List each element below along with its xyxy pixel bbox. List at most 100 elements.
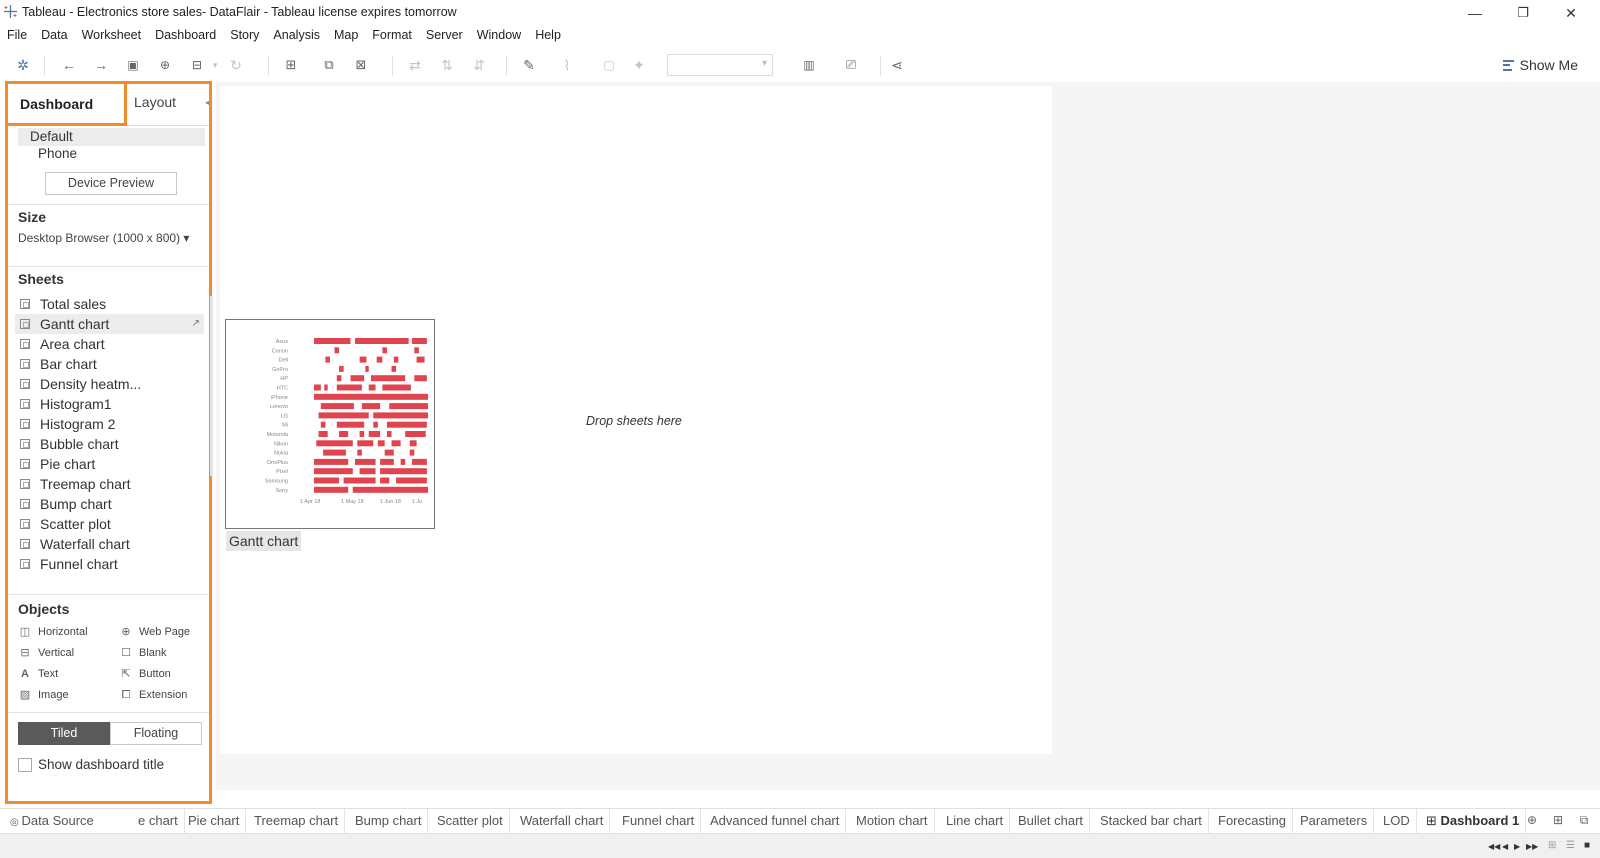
close-button[interactable]: ✕ bbox=[1548, 2, 1594, 24]
redo-icon[interactable]: → bbox=[92, 56, 110, 74]
sheet-tab[interactable]: Waterfall chart bbox=[514, 809, 611, 833]
object-blank[interactable]: ☐ Blank bbox=[119, 645, 166, 661]
sheet-item-total-sales[interactable]: Total sales bbox=[15, 294, 204, 314]
tiled-toggle[interactable]: Tiled bbox=[18, 722, 110, 745]
sheet-item-bubble-chart[interactable]: Bubble chart bbox=[15, 434, 204, 454]
new-data-source-icon[interactable]: ⊕ bbox=[156, 56, 174, 74]
minimize-button[interactable]: — bbox=[1452, 2, 1498, 24]
tab-data-source[interactable]: ◎ Data Source bbox=[4, 809, 100, 833]
device-phone[interactable]: Phone bbox=[38, 146, 77, 161]
object-web-page[interactable]: ⊕ Web Page bbox=[119, 624, 190, 640]
group-icon[interactable]: ⌇ bbox=[558, 56, 576, 74]
sheet-item-area-chart[interactable]: Area chart bbox=[15, 334, 204, 354]
panel-scrollbar[interactable] bbox=[210, 296, 213, 476]
sheet-tab[interactable]: LOD bbox=[1377, 809, 1417, 833]
duplicate-sheet-icon[interactable]: ⧉ bbox=[320, 56, 338, 74]
tableau-home-icon[interactable]: ✲ bbox=[14, 56, 32, 74]
sheet-tab[interactable]: Line chart bbox=[940, 809, 1011, 833]
menu-server[interactable]: Server bbox=[419, 25, 470, 45]
menu-analysis[interactable]: Analysis bbox=[266, 25, 327, 45]
next-sheet-icon[interactable]: ▶ bbox=[1514, 842, 1520, 851]
last-sheet-icon[interactable]: ▶▶ bbox=[1526, 842, 1538, 851]
sheet-item-funnel-chart[interactable]: Funnel chart bbox=[15, 554, 204, 574]
show-me-button[interactable]: Show Me bbox=[1502, 57, 1578, 73]
size-dropdown[interactable]: Desktop Browser (1000 x 800) ▾ bbox=[18, 231, 189, 245]
menu-map[interactable]: Map bbox=[327, 25, 365, 45]
pin-icon[interactable]: ✦ bbox=[630, 56, 648, 74]
sheet-tab[interactable]: Stacked bar chart bbox=[1094, 809, 1209, 833]
menu-worksheet[interactable]: Worksheet bbox=[75, 25, 149, 45]
share-icon[interactable]: ⋖ bbox=[888, 56, 906, 74]
object-text[interactable]: A Text bbox=[18, 666, 58, 682]
sheet-tab[interactable]: Bump chart bbox=[349, 809, 429, 833]
fit-dropdown[interactable] bbox=[667, 54, 773, 76]
sheet-item-scatter-plot[interactable]: Scatter plot bbox=[15, 514, 204, 534]
presentation-mode-icon[interactable]: ⎚ bbox=[842, 56, 860, 74]
save-icon[interactable]: ▣ bbox=[124, 56, 142, 74]
new-worksheet-icon[interactable]: ⊕ bbox=[1524, 813, 1540, 829]
sheet-tab[interactable]: Scatter plot bbox=[431, 809, 510, 833]
sheet-item-treemap-chart[interactable]: Treemap chart bbox=[15, 474, 204, 494]
menu-dashboard[interactable]: Dashboard bbox=[148, 25, 223, 45]
pause-updates-icon[interactable]: ⊟ bbox=[188, 56, 206, 74]
sheet-item-waterfall-chart[interactable]: Waterfall chart bbox=[15, 534, 204, 554]
sheet-item-pie-chart[interactable]: Pie chart bbox=[15, 454, 204, 474]
sheet-item-density-heatmap[interactable]: Density heatm... bbox=[15, 374, 204, 394]
object-button[interactable]: ⇱ Button bbox=[119, 666, 170, 682]
sheet-tab[interactable]: Funnel chart bbox=[616, 809, 702, 833]
device-preview-button[interactable]: Device Preview bbox=[45, 172, 177, 195]
tab-scroll-icon[interactable]: ◂ bbox=[205, 98, 209, 107]
tabs-view-icon[interactable]: ■ bbox=[1584, 840, 1590, 851]
chevron-down-icon[interactable]: ▾ bbox=[206, 56, 224, 74]
sheet-tab[interactable]: e chart bbox=[132, 809, 185, 833]
menu-window[interactable]: Window bbox=[470, 25, 528, 45]
sheet-tab[interactable]: Advanced funnel chart bbox=[704, 809, 847, 833]
floating-toggle[interactable]: Floating bbox=[110, 722, 202, 745]
tab-dashboard-1[interactable]: ⊞ Dashboard 1 bbox=[1420, 809, 1527, 833]
device-default[interactable]: Default bbox=[18, 128, 205, 146]
sheet-tab[interactable]: Forecasting bbox=[1212, 809, 1293, 833]
object-horizontal[interactable]: ◫ Horizontal bbox=[18, 624, 88, 640]
sort-ascending-icon[interactable]: ⇅ bbox=[438, 56, 456, 74]
sheet-sorter-icon[interactable]: ⊞ bbox=[1548, 840, 1556, 851]
gantt-chart-sheet[interactable]: Asus Canon Dell GoPro HP HTC iPhone Lenovo LG Mi M… bbox=[225, 319, 435, 529]
sheet-item-bar-chart[interactable]: Bar chart bbox=[15, 354, 204, 374]
menu-story[interactable]: Story bbox=[223, 25, 266, 45]
sheet-item-histogram-2[interactable]: Histogram 2 bbox=[15, 414, 204, 434]
menu-file[interactable]: File bbox=[0, 25, 34, 45]
cards-icon[interactable]: ▥ bbox=[800, 56, 818, 74]
sheet-tab[interactable]: Treemap chart bbox=[248, 809, 346, 833]
labels-icon[interactable]: ▢ bbox=[600, 56, 618, 74]
sheet-tab[interactable]: Parameters bbox=[1294, 809, 1375, 833]
highlight-icon[interactable]: ✎ bbox=[520, 56, 538, 74]
sheet-item-gantt-chart[interactable]: Gantt chart ↗ bbox=[15, 314, 204, 334]
sheet-tab[interactable]: Pie chart bbox=[182, 809, 247, 833]
restore-button[interactable]: ❐ bbox=[1500, 2, 1546, 24]
previous-sheet-icon[interactable]: ◀ bbox=[1502, 842, 1508, 851]
menu-format[interactable]: Format bbox=[365, 25, 419, 45]
new-sheet-icon[interactable]: ⊞ bbox=[282, 56, 300, 74]
first-sheet-icon[interactable]: ◀◀ bbox=[1488, 842, 1500, 851]
sheet-item-histogram1[interactable]: Histogram1 bbox=[15, 394, 204, 414]
filmstrip-icon[interactable]: ☰ bbox=[1566, 840, 1575, 851]
refresh-icon[interactable]: ↻ bbox=[227, 56, 245, 74]
sheet-tab[interactable]: Bullet chart bbox=[1012, 809, 1091, 833]
tab-layout[interactable]: Layout bbox=[134, 94, 176, 110]
new-dashboard-icon[interactable]: ⊞ bbox=[1550, 813, 1566, 829]
undo-icon[interactable]: ← bbox=[60, 56, 78, 74]
new-story-icon[interactable]: ⧉ bbox=[1576, 813, 1592, 829]
object-vertical[interactable]: ⊟ Vertical bbox=[18, 645, 74, 661]
clear-sheet-icon[interactable]: ⊠ bbox=[352, 56, 370, 74]
sheet-caption[interactable]: Gantt chart bbox=[226, 531, 302, 551]
menu-help[interactable]: Help bbox=[528, 25, 568, 45]
go-to-sheet-icon[interactable]: ↗ bbox=[192, 314, 200, 334]
tab-dashboard[interactable]: Dashboard bbox=[5, 81, 127, 126]
menu-data[interactable]: Data bbox=[34, 25, 74, 45]
show-title-checkbox[interactable] bbox=[18, 758, 32, 772]
object-extension[interactable]: ⧠ Extension bbox=[119, 687, 188, 703]
sort-descending-icon[interactable]: ⇵ bbox=[470, 56, 488, 74]
sheet-tab[interactable]: Motion chart bbox=[850, 809, 935, 833]
swap-icon[interactable]: ⇄ bbox=[406, 56, 424, 74]
object-image[interactable]: ▨ Image bbox=[18, 687, 69, 703]
sheet-item-bump-chart[interactable]: Bump chart bbox=[15, 494, 204, 514]
